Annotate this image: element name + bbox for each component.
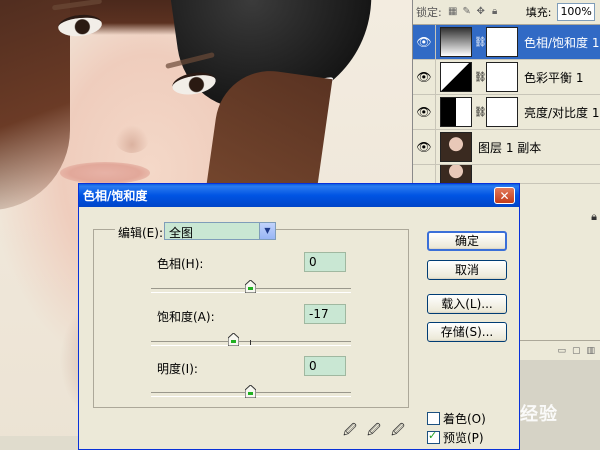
link-icon: ⛓︎	[474, 71, 487, 83]
watermark-text: 经验	[520, 404, 558, 425]
cancel-button[interactable]: 取消	[427, 260, 507, 280]
lock-bar: 锁定: ▦ ✎ ✥ 🔒︎ 填充: 100%	[413, 0, 600, 25]
preview-checkbox[interactable]: 预览(P)	[427, 429, 484, 446]
new-layer-icon[interactable]: ▢	[572, 346, 581, 356]
visibility-eye-icon[interactable]: 👁︎	[413, 25, 436, 59]
layer-row-partial[interactable]	[413, 165, 600, 184]
visibility-eye-icon[interactable]: 👁︎	[413, 130, 436, 164]
visibility-eye-icon[interactable]: 👁︎	[413, 95, 436, 129]
saturation-origin-tick	[250, 340, 251, 345]
background-lock-icon: 🔒︎	[591, 210, 597, 223]
dialog-titlebar[interactable]: 色相/饱和度 ✕	[79, 184, 519, 207]
gradient-icon	[440, 27, 472, 57]
layer-mask-thumbnail[interactable]	[486, 62, 518, 92]
fill-label: 填充:	[525, 6, 552, 19]
chevron-down-icon[interactable]: ▼	[259, 223, 275, 239]
edit-select[interactable]: 全图 ▼	[164, 222, 276, 240]
layer-name: 图层 1 副本	[478, 140, 542, 155]
lightness-input[interactable]: 0	[304, 356, 346, 376]
photo-lips	[60, 162, 150, 184]
delete-layer-icon[interactable]: ▥	[586, 346, 595, 356]
colorize-checkbox[interactable]: 着色(O)	[427, 410, 486, 427]
lightness-label: 明度(I):	[157, 362, 198, 376]
preview-checkbox-box[interactable]	[427, 429, 440, 444]
lock-all-icon[interactable]: 🔒︎	[490, 7, 500, 17]
photo-thumbnail	[440, 132, 472, 162]
visibility-eye-icon[interactable]	[413, 165, 436, 183]
layer-name: 色彩平衡 1	[524, 70, 584, 85]
balance-icon	[440, 62, 472, 92]
saturation-label: 饱和度(A):	[157, 310, 215, 324]
layer-row-brightness-contrast[interactable]: 👁︎ ⛓︎ 亮度/对比度 1	[413, 95, 600, 130]
eyedropper-plus-icon[interactable]: 🖉︎	[367, 421, 385, 439]
lightness-slider-handle[interactable]	[245, 385, 256, 398]
link-icon: ⛓︎	[474, 106, 487, 118]
layer-name: 亮度/对比度 1	[524, 105, 600, 120]
link-icon: ⛓︎	[474, 36, 487, 48]
close-icon[interactable]: ✕	[494, 187, 515, 204]
edit-label: 编辑(E):	[115, 224, 166, 241]
dialog-title: 色相/饱和度	[83, 189, 148, 203]
photo-thumbnail	[440, 165, 472, 183]
load-button[interactable]: 载入(L)...	[427, 294, 507, 314]
brightness-icon	[440, 97, 472, 127]
eyedropper-icon[interactable]: 🖉︎	[343, 421, 361, 439]
saturation-slider-handle[interactable]	[228, 333, 239, 346]
visibility-eye-icon[interactable]: 👁︎	[413, 60, 436, 94]
hue-slider-handle[interactable]	[245, 280, 256, 293]
saturation-slider-track[interactable]	[151, 341, 351, 346]
lock-transparency-icon[interactable]: ▦	[448, 7, 458, 17]
layer-row-color-balance[interactable]: 👁︎ ⛓︎ 色彩平衡 1	[413, 60, 600, 95]
saturation-input[interactable]: -17	[304, 304, 346, 324]
eyedropper-minus-icon[interactable]: 🖉︎	[391, 421, 409, 439]
adjustment-group	[93, 229, 409, 408]
preview-label: 预览(P)	[443, 431, 484, 445]
lock-move-icon[interactable]: ✥	[476, 7, 486, 17]
colorize-label: 着色(O)	[443, 412, 486, 426]
layer-row-hue-saturation[interactable]: 👁︎ ⛓︎ 色相/饱和度 1	[413, 25, 600, 60]
lock-label: 锁定:	[416, 6, 442, 19]
layer-row-layer-copy[interactable]: 👁︎ 图层 1 副本	[413, 130, 600, 165]
edit-select-value: 全图	[169, 226, 194, 240]
save-button[interactable]: 存储(S)...	[427, 322, 507, 342]
layer-mask-thumbnail[interactable]	[486, 97, 518, 127]
hue-input[interactable]: 0	[304, 252, 346, 272]
lock-paint-icon[interactable]: ✎	[462, 7, 472, 17]
ok-button[interactable]: 确定	[427, 231, 507, 251]
new-group-icon[interactable]: ▭	[557, 346, 566, 356]
photo-nose	[115, 125, 149, 153]
fill-input[interactable]: 100%	[557, 3, 596, 21]
hue-saturation-dialog: 色相/饱和度 ✕ 编辑(E): 全图 ▼ 色相(H): 0 饱和度(A): -1…	[78, 183, 520, 450]
colorize-checkbox-box[interactable]	[427, 412, 440, 425]
layer-name: 色相/饱和度 1	[524, 35, 600, 50]
hue-label: 色相(H):	[157, 257, 204, 271]
layer-mask-thumbnail[interactable]	[486, 27, 518, 57]
